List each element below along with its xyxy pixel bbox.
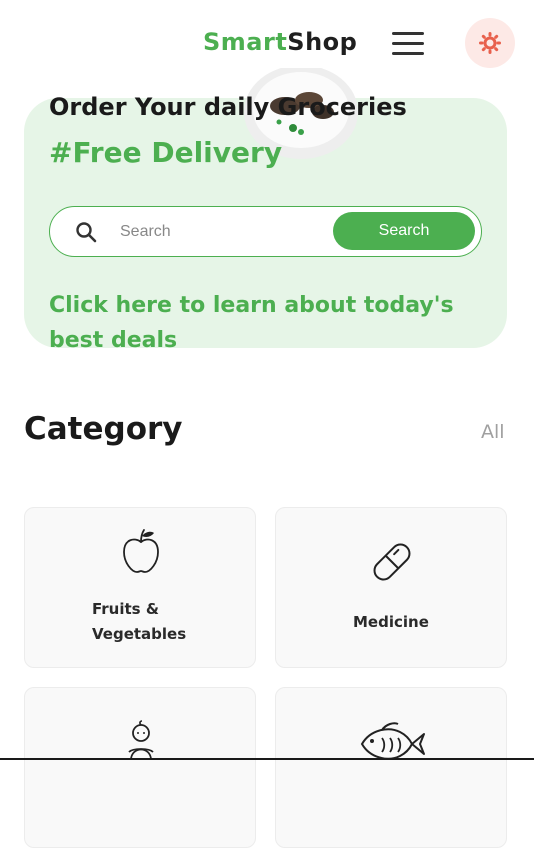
search-bar: Search [49, 206, 482, 257]
logo-text-smart: Smart [203, 28, 288, 56]
search-button[interactable]: Search [333, 212, 475, 250]
hamburger-icon[interactable] [390, 30, 426, 56]
category-card-baby[interactable] [24, 687, 256, 848]
free-delivery-tagline: #Free Delivery [49, 136, 283, 169]
logo-text-shop: Shop [287, 28, 358, 56]
theme-toggle-button[interactable] [465, 18, 515, 68]
category-card-fish[interactable] [275, 687, 507, 848]
sun-icon [479, 32, 501, 54]
pill-icon [373, 543, 411, 581]
category-card-fruits[interactable]: Fruits & Vegetables [24, 507, 256, 668]
category-card-medicine[interactable]: Medicine [275, 507, 507, 668]
category-label: Medicine [353, 613, 429, 631]
category-label: Fruits & Vegetables [92, 600, 187, 643]
category-all-link[interactable]: All [481, 421, 505, 443]
fish-icon [360, 722, 425, 760]
app-logo[interactable]: SmartShop [203, 28, 357, 56]
deals-link[interactable]: Click here to learn about today's best d… [49, 288, 479, 358]
category-title: Category [24, 411, 183, 447]
search-input[interactable] [108, 208, 334, 255]
baby-icon [128, 720, 154, 760]
hero-title: Order Your daily Groceries [49, 93, 407, 121]
apple-icon [123, 529, 159, 573]
search-icon [76, 222, 97, 243]
